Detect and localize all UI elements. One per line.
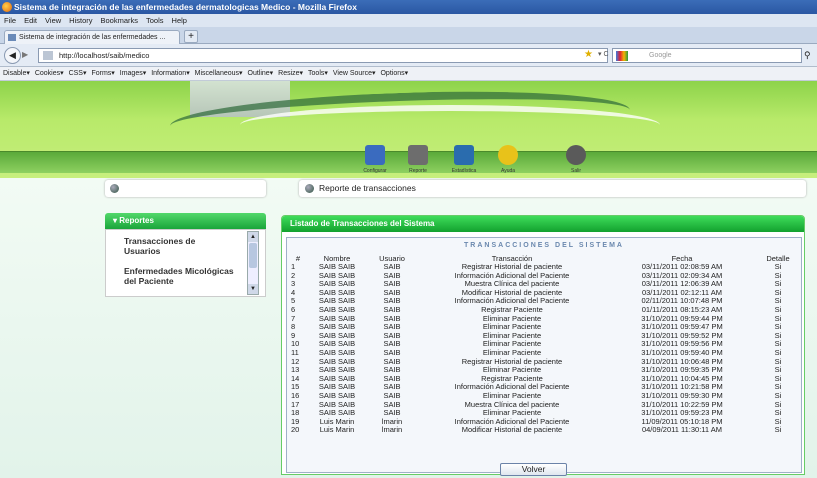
table-container: TRANSACCIONES DEL SISTEMA # Nombre Usuar… xyxy=(286,237,802,476)
menu-bar: File Edit View History Bookmarks Tools Help xyxy=(0,14,817,27)
devbar-cookies[interactable]: Cookies▾ xyxy=(35,70,64,77)
menu-history[interactable]: History xyxy=(69,16,92,25)
scroll-up-icon[interactable]: ▲ xyxy=(248,232,258,242)
back-button[interactable]: ◀ xyxy=(4,47,21,64)
banner-swoosh-light xyxy=(240,105,660,145)
google-icon xyxy=(616,51,628,61)
tab-label: Sistema de integración de las enfermedad… xyxy=(19,34,166,41)
table-cell: Modificar Historial de paciente xyxy=(461,425,563,435)
sidebar-scrollbar[interactable]: ▲ ▼ xyxy=(247,231,259,295)
exit-icon xyxy=(566,145,586,165)
menu-help[interactable]: Help xyxy=(172,16,187,25)
devbar-information[interactable]: Information▾ xyxy=(151,70,190,77)
sidebar-top-box xyxy=(105,180,266,197)
table-cell: lmarin xyxy=(381,425,403,435)
table-row: 5 SAIB SAIB SAIB Información Adicional del … xyxy=(289,297,799,306)
site-icon xyxy=(43,51,53,60)
devbar-view-source[interactable]: View Source▾ xyxy=(333,70,376,77)
bullet-icon xyxy=(110,184,119,193)
table-row: 20 Luis Marin lmarin Modificar Historial de… xyxy=(289,426,799,435)
table-title: TRANSACCIONES DEL SISTEMA xyxy=(464,242,624,249)
navigation-bar: ◀ ▶ http://localhost/saib/medico ★ ▾ C G… xyxy=(0,44,817,67)
web-developer-toolbar: Disable▾ Cookies▾ CSS▾ Forms▾ Images▾ In… xyxy=(0,67,817,81)
printer-icon xyxy=(408,145,428,165)
menu-view[interactable]: View xyxy=(45,16,61,25)
sidebar-item-transacciones[interactable]: Transacciones de Usuarios xyxy=(124,236,234,256)
url-text: http://localhost/saib/medico xyxy=(59,51,150,60)
scroll-down-icon[interactable]: ▼ xyxy=(248,284,258,294)
sidebar-item-enfermedades[interactable]: Enfermedades Micológicas del Paciente xyxy=(124,266,246,286)
search-input[interactable]: Google xyxy=(612,48,802,63)
nav-estadistica[interactable]: Estadística xyxy=(446,145,482,174)
search-placeholder: Google xyxy=(649,52,672,59)
scroll-thumb[interactable] xyxy=(249,243,257,268)
sidebar-list: Transacciones de Usuarios Enfermedades M… xyxy=(105,229,266,297)
devbar-tools[interactable]: Tools▾ xyxy=(308,70,328,77)
devbar-css[interactable]: CSS▾ xyxy=(69,70,87,77)
devbar-outline[interactable]: Outline▾ xyxy=(248,70,274,77)
lightbulb-icon xyxy=(498,145,518,165)
nav-reporte[interactable]: Reporte xyxy=(400,145,436,174)
volver-button[interactable]: Volver xyxy=(500,463,567,476)
menu-edit[interactable]: Edit xyxy=(24,16,37,25)
menu-tools[interactable]: Tools xyxy=(146,16,164,25)
statistics-icon xyxy=(454,145,474,165)
table-cell: Luis Marin xyxy=(319,425,355,435)
tab-active[interactable]: Sistema de integración de las enfermedad… xyxy=(4,30,180,44)
sidebar-header-label: Reportes xyxy=(119,216,154,225)
table-cell: 20 xyxy=(291,425,300,435)
nav-salir[interactable]: Salir xyxy=(558,145,594,174)
devbar-images[interactable]: Images▾ xyxy=(120,70,146,77)
forward-button[interactable]: ▶ xyxy=(22,50,34,61)
configure-icon xyxy=(365,145,385,165)
devbar-options[interactable]: Options▾ xyxy=(380,70,408,77)
transactions-table: # Nombre Usuario Transacción Fecha Detal… xyxy=(289,255,799,435)
window-title: Sistema de integración de las enfermedad… xyxy=(14,2,357,12)
nav-ayuda[interactable]: Ayuda xyxy=(490,145,526,174)
bookmark-star-icon[interactable]: ★ xyxy=(584,49,593,60)
menu-bookmarks[interactable]: Bookmarks xyxy=(101,16,139,25)
transactions-panel: Listado de Transacciones del Sistema TRA… xyxy=(281,215,805,476)
tab-bar: Sistema de integración de las enfermedad… xyxy=(0,27,817,44)
devbar-miscellaneous[interactable]: Miscellaneous▾ xyxy=(195,70,243,77)
bullet-icon xyxy=(305,184,314,193)
firefox-icon xyxy=(2,2,12,12)
breadcrumb: Reporte de transacciones xyxy=(299,180,806,197)
table-cell[interactable]: Si xyxy=(757,426,799,435)
menu-file[interactable]: File xyxy=(4,16,16,25)
nav-configurar[interactable]: Configurar xyxy=(357,145,393,174)
favicon-icon xyxy=(8,34,16,41)
devbar-disable[interactable]: Disable▾ xyxy=(3,70,30,77)
panel-title: Listado de Transacciones del Sistema xyxy=(282,216,804,232)
window-title-bar: Sistema de integración de las enfermedad… xyxy=(0,0,817,14)
url-bar[interactable]: http://localhost/saib/medico xyxy=(38,48,608,63)
devbar-forms[interactable]: Forms▾ xyxy=(91,70,114,77)
search-icon[interactable]: ⚲ xyxy=(804,50,811,61)
devbar-resize[interactable]: Resize▾ xyxy=(278,70,303,77)
sidebar-header[interactable]: ▾ Reportes xyxy=(105,213,266,229)
new-tab-button[interactable]: + xyxy=(184,30,198,43)
breadcrumb-label: Reporte de transacciones xyxy=(319,183,416,193)
refresh-icon[interactable]: ▾ C xyxy=(598,50,609,58)
table-cell: 04/09/2011 11:30:11 AM xyxy=(641,425,723,435)
